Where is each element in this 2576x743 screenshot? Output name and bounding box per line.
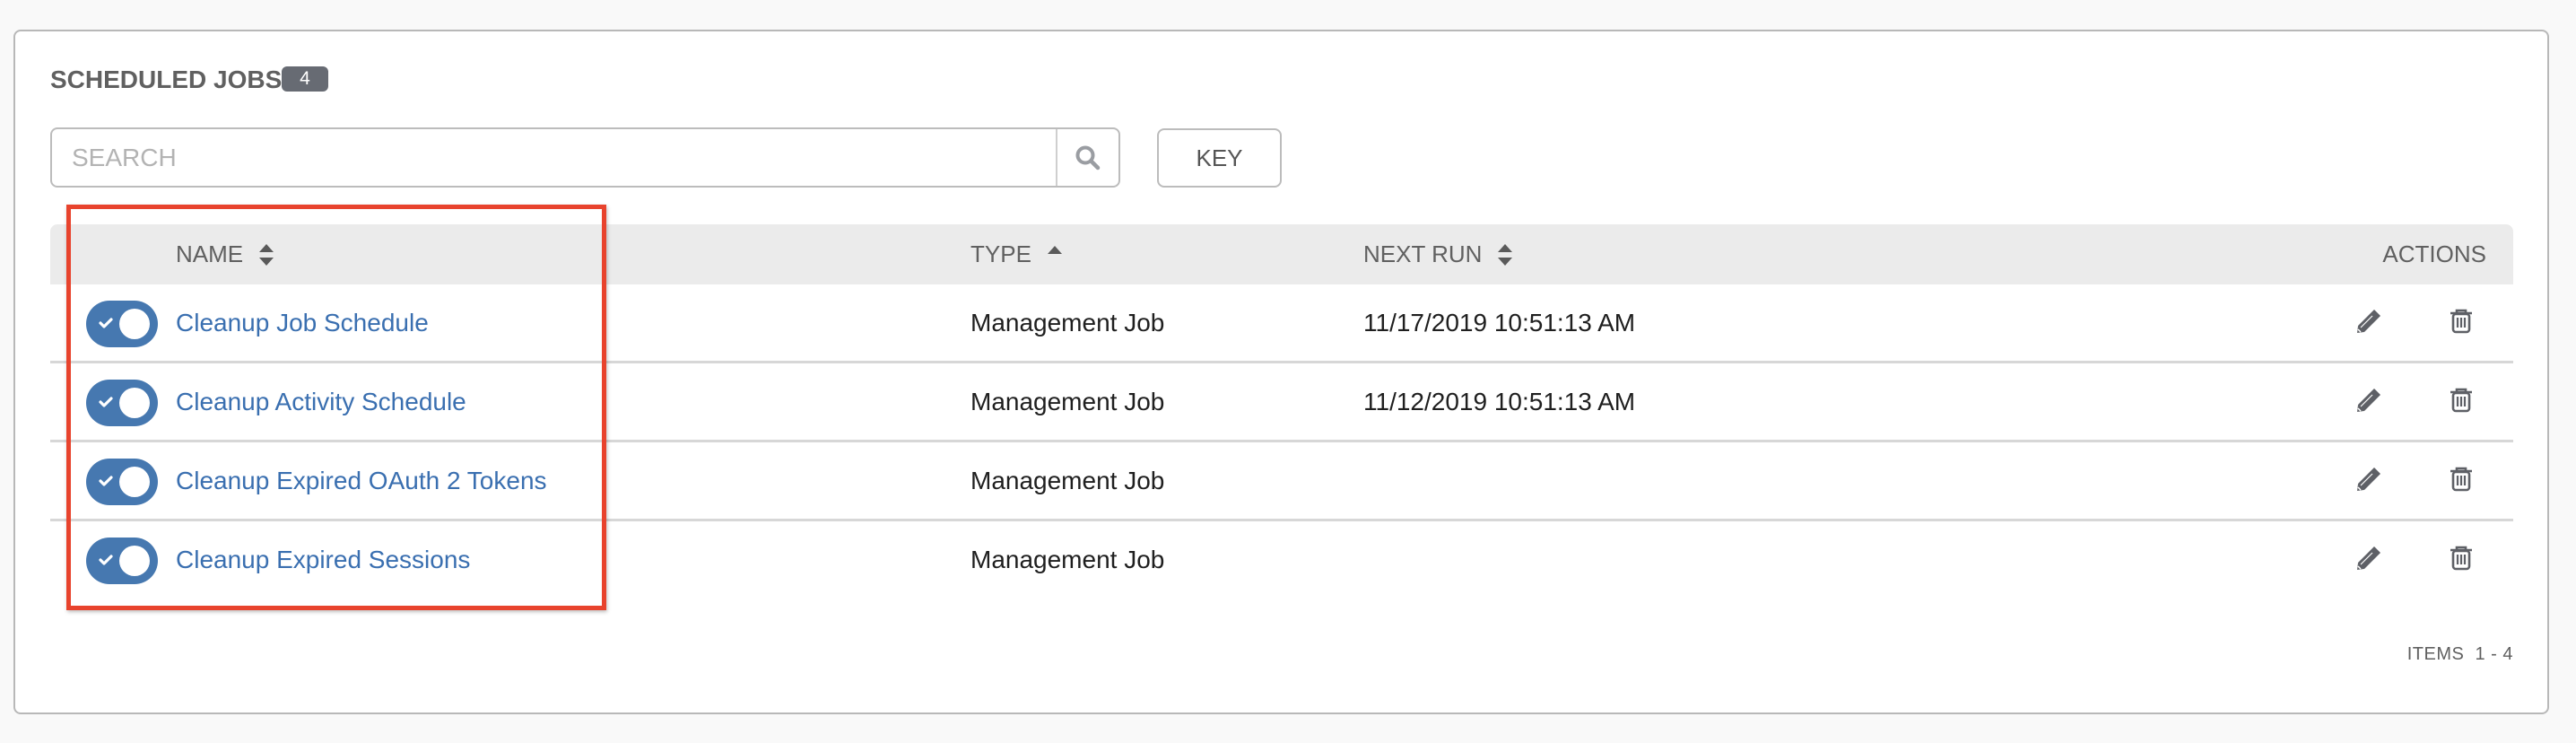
schedule-type: Management Job bbox=[970, 309, 1165, 337]
pencil-icon bbox=[2357, 546, 2380, 570]
checkmark-icon bbox=[99, 476, 113, 486]
pencil-icon bbox=[2357, 310, 2380, 333]
pagination-items-label: ITEMS 1 - 4 bbox=[2406, 644, 2513, 664]
checkmark-icon bbox=[99, 555, 113, 565]
column-header-actions: ACTIONS bbox=[2382, 224, 2486, 284]
schedule-next-run: 11/17/2019 10:51:13 AM bbox=[1363, 309, 1636, 337]
key-button[interactable]: KEY bbox=[1157, 128, 1282, 188]
sort-icon bbox=[1498, 243, 1513, 266]
delete-button[interactable] bbox=[2448, 545, 2475, 572]
toggle-knob bbox=[119, 467, 150, 497]
schedule-name-link[interactable]: Cleanup Activity Schedule bbox=[176, 363, 466, 440]
edit-button[interactable] bbox=[2355, 308, 2382, 335]
schedule-name-link[interactable]: Cleanup Expired OAuth 2 Tokens bbox=[176, 442, 547, 519]
enabled-toggle[interactable] bbox=[86, 301, 158, 347]
delete-button[interactable] bbox=[2448, 308, 2475, 335]
toggle-knob bbox=[119, 309, 150, 339]
column-label: NEXT RUN bbox=[1363, 240, 1483, 267]
table-body: Cleanup Job Schedule Management Job 11/1… bbox=[50, 284, 2513, 600]
search-input[interactable] bbox=[52, 129, 1055, 186]
scheduled-jobs-table: NAME TYPE NEXT RUN ACTIONS Cleanup Job S… bbox=[50, 224, 2513, 600]
column-label: NAME bbox=[176, 240, 244, 267]
schedule-type: Management Job bbox=[970, 388, 1165, 415]
search-button[interactable] bbox=[1056, 129, 1118, 186]
toggle-knob bbox=[119, 388, 150, 418]
edit-button[interactable] bbox=[2355, 387, 2382, 414]
edit-button[interactable] bbox=[2355, 545, 2382, 572]
trash-icon bbox=[2450, 467, 2472, 492]
edit-button[interactable] bbox=[2355, 466, 2382, 493]
column-header-next-run[interactable]: NEXT RUN bbox=[1363, 224, 1513, 284]
enabled-toggle[interactable] bbox=[86, 459, 158, 505]
pencil-icon bbox=[2357, 389, 2380, 412]
checkmark-icon bbox=[99, 397, 113, 407]
table-row: Cleanup Expired Sessions Management Job bbox=[50, 521, 2513, 600]
panel-title: SCHEDULED JOBS bbox=[50, 66, 283, 93]
column-label: TYPE bbox=[970, 240, 1031, 267]
toggle-knob bbox=[119, 546, 150, 576]
column-label: ACTIONS bbox=[2382, 240, 2486, 267]
table-row: Cleanup Activity Schedule Management Job… bbox=[50, 363, 2513, 442]
table-row: Cleanup Job Schedule Management Job 11/1… bbox=[50, 284, 2513, 363]
schedule-name-link[interactable]: Cleanup Job Schedule bbox=[176, 284, 429, 361]
enabled-toggle[interactable] bbox=[86, 380, 158, 426]
delete-button[interactable] bbox=[2448, 466, 2475, 493]
table-row: Cleanup Expired OAuth 2 Tokens Managemen… bbox=[50, 442, 2513, 521]
schedule-name-link[interactable]: Cleanup Expired Sessions bbox=[176, 521, 470, 598]
pencil-icon bbox=[2357, 468, 2380, 491]
trash-icon bbox=[2450, 309, 2472, 334]
schedule-type: Management Job bbox=[970, 467, 1165, 494]
schedule-next-run: 11/12/2019 10:51:13 AM bbox=[1363, 388, 1636, 415]
sort-ascending-icon bbox=[1047, 244, 1062, 266]
sort-icon bbox=[259, 243, 274, 266]
search-icon bbox=[1075, 145, 1101, 170]
count-badge: 4 bbox=[282, 66, 328, 92]
table-header: NAME TYPE NEXT RUN ACTIONS bbox=[50, 224, 2513, 284]
delete-button[interactable] bbox=[2448, 387, 2475, 414]
checkmark-icon bbox=[99, 318, 113, 328]
enabled-toggle[interactable] bbox=[86, 538, 158, 584]
schedule-type: Management Job bbox=[970, 546, 1165, 573]
trash-icon bbox=[2450, 546, 2472, 571]
trash-icon bbox=[2450, 388, 2472, 413]
column-header-name[interactable]: NAME bbox=[176, 224, 274, 284]
column-header-type[interactable]: TYPE bbox=[970, 224, 1062, 284]
search-box bbox=[50, 127, 1120, 188]
